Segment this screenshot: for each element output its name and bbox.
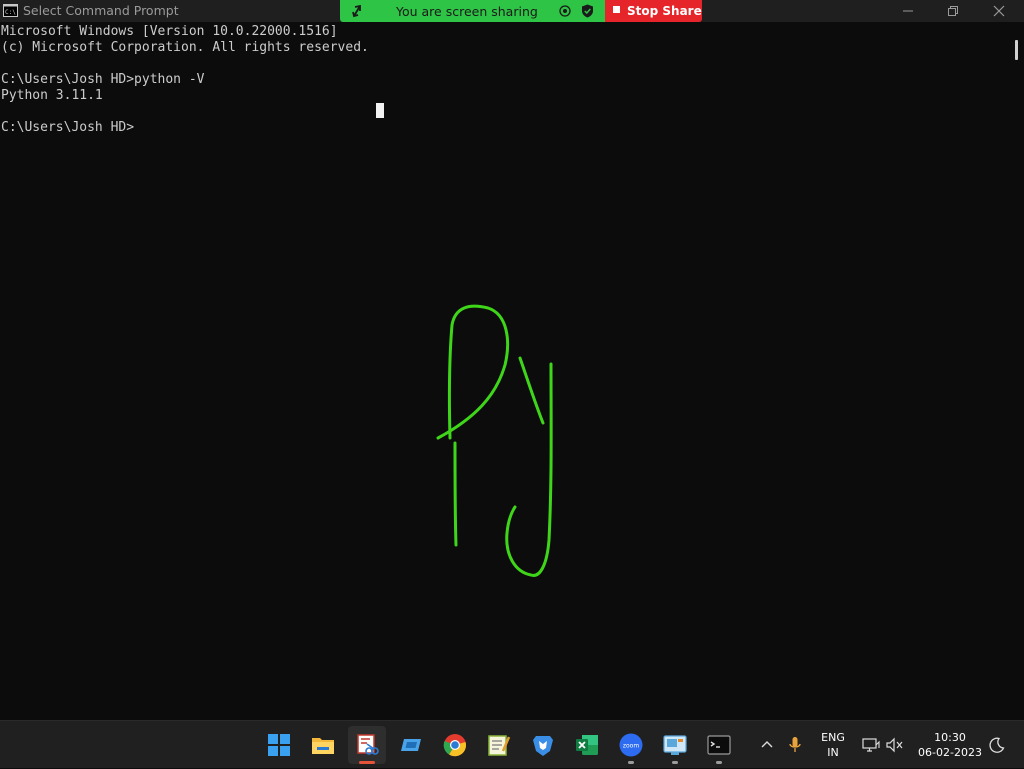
stop-share-button[interactable]: Stop Share xyxy=(605,0,702,22)
stop-icon xyxy=(613,6,620,13)
running-app-indicator xyxy=(716,761,722,764)
notepad-button[interactable] xyxy=(480,726,518,764)
running-app-indicator xyxy=(628,761,634,764)
remote-desktop-button[interactable] xyxy=(656,726,694,764)
microphone-status-button[interactable] xyxy=(784,721,806,769)
excel-button[interactable] xyxy=(568,726,606,764)
minimize-button[interactable] xyxy=(885,0,931,22)
drawing-stroke-y-right xyxy=(505,362,553,577)
notepad-icon xyxy=(488,735,511,756)
network-status-button[interactable] xyxy=(860,721,884,769)
language-indicator[interactable]: ENG IN xyxy=(815,730,851,760)
file-explorer-button[interactable] xyxy=(304,726,342,764)
windows-logo-icon xyxy=(268,734,290,756)
brave-button[interactable] xyxy=(524,726,562,764)
restore-button[interactable] xyxy=(930,0,976,22)
zoom-icon: zoom xyxy=(619,733,643,757)
close-icon xyxy=(993,5,1005,17)
minimize-icon xyxy=(903,10,913,12)
zoom-button[interactable]: zoom xyxy=(612,726,650,764)
drawing-stroke-p-stem xyxy=(436,304,509,440)
keyboard-region: IN xyxy=(827,746,839,759)
freehand-annotation-drawing xyxy=(436,304,553,577)
folder-icon xyxy=(312,738,334,754)
clock-date: 06-02-2023 xyxy=(918,746,982,759)
start-button[interactable] xyxy=(260,726,298,764)
chevron-up-icon xyxy=(761,741,773,748)
drawing-stroke-p-lower xyxy=(453,441,458,547)
network-icon xyxy=(862,738,880,752)
running-app-indicator xyxy=(672,761,678,764)
screen-sharing-status: You are screen sharing xyxy=(396,4,538,19)
language-code: ENG xyxy=(821,731,845,744)
show-hidden-icons-button[interactable] xyxy=(756,721,778,769)
chrome-icon xyxy=(443,734,467,757)
zoom-icon-label: zoom xyxy=(623,743,639,750)
screen-share-banner[interactable]: You are screen sharing xyxy=(340,0,605,22)
drawing-stroke-y-left xyxy=(518,356,545,425)
blue-app-button[interactable] xyxy=(392,726,430,764)
snipping-tool-button[interactable] xyxy=(348,726,386,764)
blue-app-icon xyxy=(401,739,421,751)
stop-share-label: Stop Share xyxy=(627,4,702,18)
record-status-icon[interactable] xyxy=(558,4,572,18)
moon-icon xyxy=(989,737,1005,753)
security-shield-icon[interactable] xyxy=(581,4,594,18)
share-arrows-icon xyxy=(352,4,361,18)
window-title: Select Command Prompt xyxy=(23,3,179,18)
volume-button[interactable] xyxy=(884,721,908,769)
terminal-icon xyxy=(707,735,731,755)
close-button[interactable] xyxy=(976,0,1022,22)
chrome-button[interactable] xyxy=(436,726,474,764)
taskbar: zoom ENG IN 10:30 06-02-2023 xyxy=(0,720,1024,768)
focus-assist-button[interactable] xyxy=(986,721,1008,769)
svg-text:C:\: C:\ xyxy=(5,9,16,16)
system-clock[interactable]: 10:30 06-02-2023 xyxy=(915,730,985,760)
snipping-tool-icon xyxy=(357,734,379,755)
volume-muted-icon xyxy=(886,737,903,753)
restore-icon xyxy=(948,6,958,16)
brave-icon xyxy=(533,736,553,756)
microphone-icon xyxy=(789,737,801,752)
cmd-icon: C:\ xyxy=(3,4,18,17)
excel-icon xyxy=(576,735,598,755)
clock-time: 10:30 xyxy=(934,731,966,744)
remote-desktop-icon xyxy=(663,735,687,755)
active-app-indicator xyxy=(359,761,375,764)
command-prompt-button[interactable] xyxy=(700,726,738,764)
